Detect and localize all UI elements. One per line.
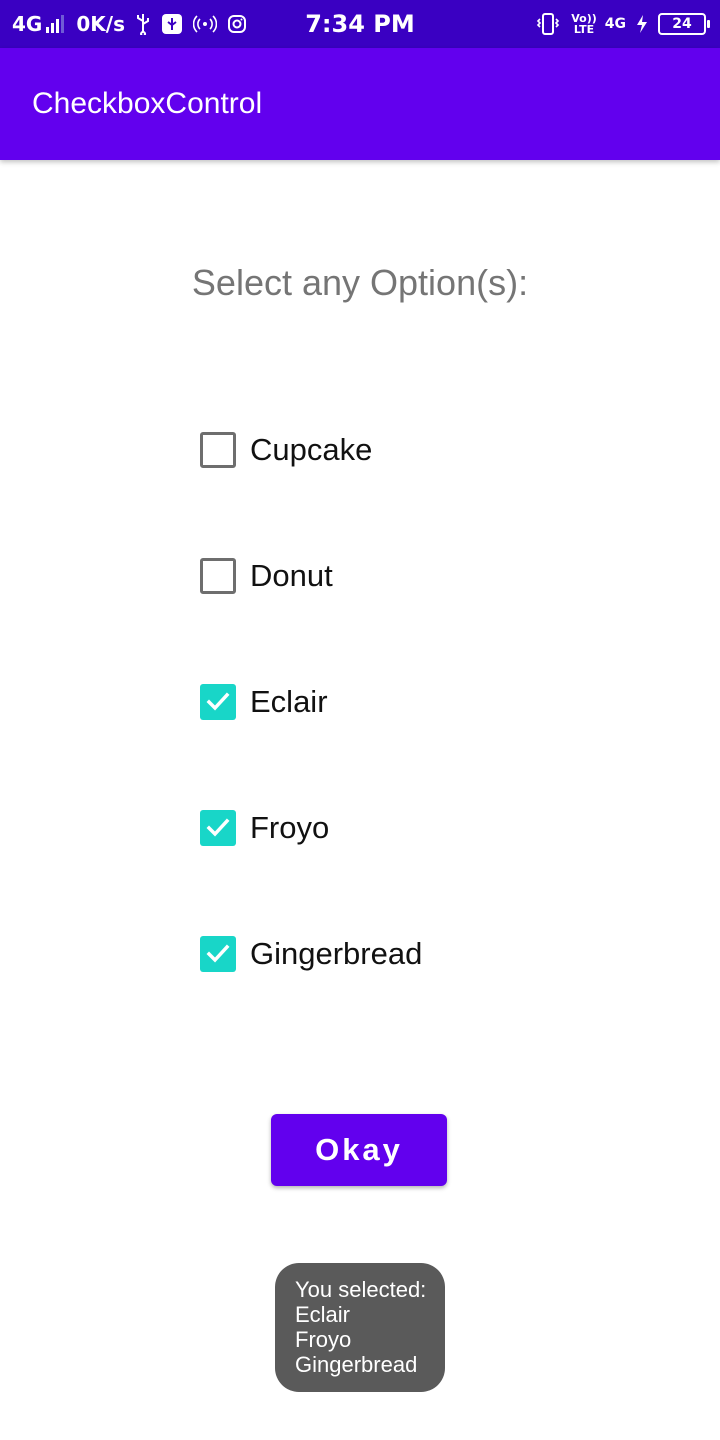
checkbox-label: Donut (250, 558, 333, 593)
toast-line: Gingerbread (295, 1352, 418, 1377)
checkbox-checked-icon[interactable] (200, 684, 236, 720)
toast-line: Froyo (295, 1327, 352, 1352)
charging-icon (636, 14, 648, 34)
checkbox-unchecked-icon[interactable] (200, 558, 236, 594)
options-heading: Select any Option(s): (191, 262, 529, 303)
checkbox-label: Gingerbread (250, 936, 423, 971)
checkmark-icon (206, 944, 230, 963)
status-bar: 4G 0K/s 7:34 PM Vo)) LTE 4G 24 (0, 0, 720, 48)
checkmark-icon (206, 692, 230, 711)
checkmark-icon (206, 818, 230, 837)
checkbox-froyo[interactable]: Froyo (200, 808, 329, 848)
vibrate-icon (535, 12, 561, 36)
checkbox-label: Cupcake (250, 432, 373, 467)
checkbox-label: Eclair (250, 684, 328, 719)
checkbox-donut[interactable]: Donut (200, 556, 333, 596)
checkbox-label: Froyo (250, 810, 330, 845)
status-right: Vo)) LTE 4G 24 (535, 0, 710, 48)
checkbox-eclair[interactable]: Eclair (200, 682, 328, 722)
checkbox-checked-icon[interactable] (200, 936, 236, 972)
app-title: CheckboxControl (32, 87, 263, 120)
okay-button[interactable]: Okay (271, 1114, 447, 1186)
net-type: 4G (605, 16, 626, 32)
checkbox-gingerbread[interactable]: Gingerbread (200, 934, 422, 974)
checkbox-cupcake[interactable]: Cupcake (200, 430, 372, 470)
toast-line: You selected: (295, 1277, 427, 1302)
toast-line: Eclair (295, 1302, 351, 1327)
battery-level: 24 (672, 16, 692, 32)
volte-indicator: Vo)) LTE (571, 13, 597, 35)
app-bar: CheckboxControl (0, 48, 720, 160)
checkbox-checked-icon[interactable] (200, 810, 236, 846)
net-type-label: 4G (604, 16, 626, 32)
battery-icon: 24 (658, 13, 710, 35)
volte-bottom: LTE (573, 23, 595, 36)
toast-message: You selected: Eclair Froyo Gingerbread (275, 1263, 445, 1392)
checkbox-unchecked-icon[interactable] (200, 432, 236, 468)
